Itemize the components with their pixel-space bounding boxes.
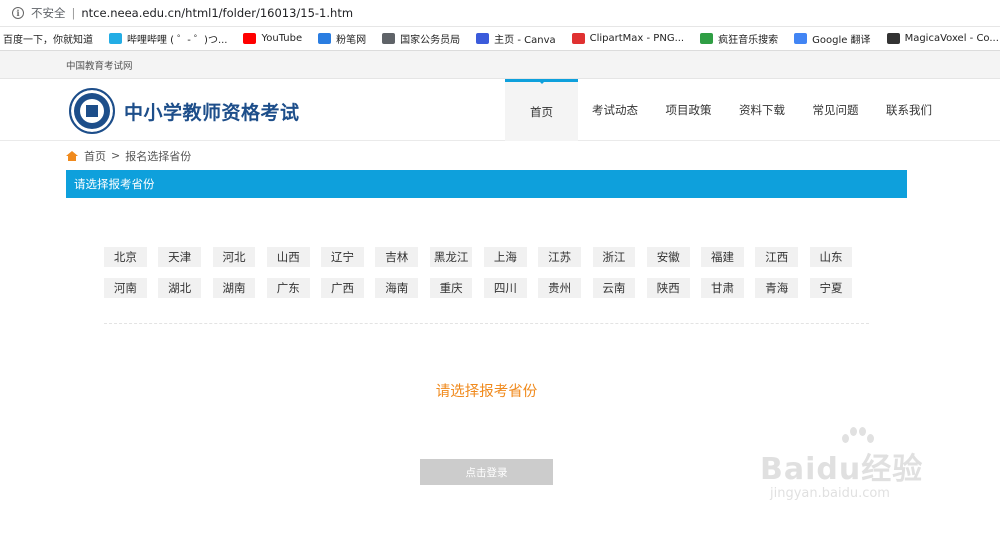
province-button[interactable]: 黑龙江 [429,247,473,267]
province-button[interactable]: 广西 [321,278,364,298]
breadcrumb-sep: > [111,149,121,162]
home-icon [66,150,78,161]
province-button[interactable]: 云南 [592,278,636,298]
province-button[interactable]: 海南 [375,278,419,298]
select-province-prompt: 请选择报考省份 [435,384,538,400]
site-logo[interactable] [69,88,115,134]
bilibili-icon [109,33,122,44]
bookmark-label: 百度一下，你就知道 [3,35,93,46]
bookmark-label: 主页 - Canva [494,35,556,46]
bookmark-label: MagicaVoxel - Co... [904,33,999,44]
watermark-brand: Baidu经验 [760,452,924,487]
bookmark-item[interactable]: MagicaVoxel - Co... [886,33,999,44]
province-button[interactable]: 重庆 [429,278,473,298]
watermark-url: jingyan.baidu.com [770,486,890,501]
province-button[interactable]: 江苏 [538,247,582,267]
province-button[interactable]: 河北 [212,247,256,267]
province-button[interactable]: 湖北 [158,278,202,298]
security-label: 不安全 [31,6,66,20]
bookmark-item[interactable]: 疯狂音乐搜索 [700,31,778,46]
bookmark-label: 粉笔网 [336,35,367,46]
youtube-icon [243,33,257,44]
main-nav: 首页 考试动态 项目政策 资料下载 常见问题 联系我们 [505,79,946,141]
url-separator: | [71,6,76,20]
clipartmax-icon [571,33,585,44]
province-button[interactable]: 福建 [701,247,744,267]
book-icon [86,105,98,117]
bookmark-label: ClipartMax - PNG... [589,33,685,44]
browser-address-bar[interactable]: i 不安全 | ntce.neea.edu.cn/html1/folder/16… [0,0,1000,27]
province-row-2: 河南 湖北 湖南 广东 广西 海南 重庆 四川 贵州 云南 陕西 甘肃 青海 宁夏 [104,278,864,298]
bookmark-label: Google 翻译 [812,35,871,46]
bookmark-label: YouTube [261,33,303,44]
province-button[interactable]: 北京 [104,247,147,267]
baidu-jingyan-watermark: Baidu经验 jingyan.baidu.com [760,424,990,514]
site-topbar: 中国教育考试网 [0,51,1000,79]
province-button[interactable]: 安徽 [646,247,690,267]
fenbi-icon [318,33,332,44]
province-button[interactable]: 辽宁 [321,247,364,267]
breadcrumb-current: 报名选择省份 [125,149,192,163]
province-button[interactable]: 湖南 [212,278,256,298]
canva-icon [476,33,490,44]
bookmark-label: 疯狂音乐搜索 [718,35,779,46]
google-translate-icon [794,33,808,44]
province-button[interactable]: 吉林 [375,247,419,267]
section-title-bar: 请选择报考省份 [66,170,907,198]
breadcrumb-home[interactable]: 首页 [84,148,106,164]
bookmark-label: 国家公务员局 [400,35,461,46]
province-button[interactable]: 四川 [483,278,527,298]
province-button[interactable]: 甘肃 [701,278,744,298]
bookmark-item[interactable]: 粉笔网 [318,31,366,46]
info-icon[interactable]: i [12,7,24,19]
url-text[interactable]: ntce.neea.edu.cn/html1/folder/16013/15-1… [81,6,353,20]
site-title[interactable]: 中小学教师资格考试 [124,98,300,125]
section-title: 请选择报考省份 [74,177,155,191]
nav-item[interactable]: 考试动态 [578,79,652,141]
province-button[interactable]: 贵州 [538,278,582,298]
province-button[interactable]: 上海 [483,247,527,267]
province-row-1: 北京 天津 河北 山西 辽宁 吉林 黑龙江 上海 江苏 浙江 安徽 福建 江西 山东 [104,247,864,267]
music-note-icon [700,33,714,44]
nav-item[interactable]: 首页 [505,79,578,141]
bookmark-item[interactable]: 国家公务员局 [382,31,460,46]
province-grid: 北京 天津 河北 山西 辽宁 吉林 黑龙江 上海 江苏 浙江 安徽 福建 江西 山东 河南 湖北 湖南 广东 广西… [104,247,864,309]
bookmark-item[interactable]: 主页 - Canva [476,31,556,46]
province-button[interactable]: 山东 [809,247,853,267]
province-button[interactable]: 青海 [755,278,799,298]
magicavoxel-icon [886,33,900,44]
bookmarks-bar: 百度一下，你就知道 哔哩哔哩 ( ゜- ゜)つ... YouTube 粉笔网 国家公务员… [0,27,1000,51]
bookmark-item[interactable]: 哔哩哔哩 ( ゜- ゜)つ... [109,31,227,46]
topbar-label[interactable]: 中国教育考试网 [66,58,133,72]
province-button[interactable]: 宁夏 [809,278,853,298]
nav-item[interactable]: 联系我们 [872,79,946,141]
bookmark-label: 哔哩哔哩 ( ゜- ゜)つ... [127,35,228,46]
bookmark-item[interactable]: 百度一下，你就知道 [3,31,93,46]
province-button[interactable]: 浙江 [592,247,636,267]
bookmark-item[interactable]: Google 翻译 [794,31,871,46]
bookmark-item[interactable]: YouTube [243,33,302,44]
province-button[interactable]: 河南 [104,278,147,298]
nav-item[interactable]: 项目政策 [652,79,725,141]
login-button[interactable]: 点击登录 [420,459,553,485]
dashed-divider [104,323,869,324]
province-button[interactable]: 江西 [755,247,799,267]
province-button[interactable]: 天津 [158,247,202,267]
breadcrumb: 首页 > 报名选择省份 [0,141,1000,170]
nav-item[interactable]: 资料下载 [725,79,799,141]
province-button[interactable]: 山西 [266,247,310,267]
province-button[interactable]: 陕西 [646,278,690,298]
province-button[interactable]: 广东 [266,278,310,298]
nav-item[interactable]: 常见问题 [799,79,872,141]
site-header: 中小学教师资格考试 首页 考试动态 项目政策 资料下载 常见问题 联系我们 [0,79,1000,141]
bookmark-item[interactable]: ClipartMax - PNG... [571,33,685,44]
globe-icon [382,33,396,44]
